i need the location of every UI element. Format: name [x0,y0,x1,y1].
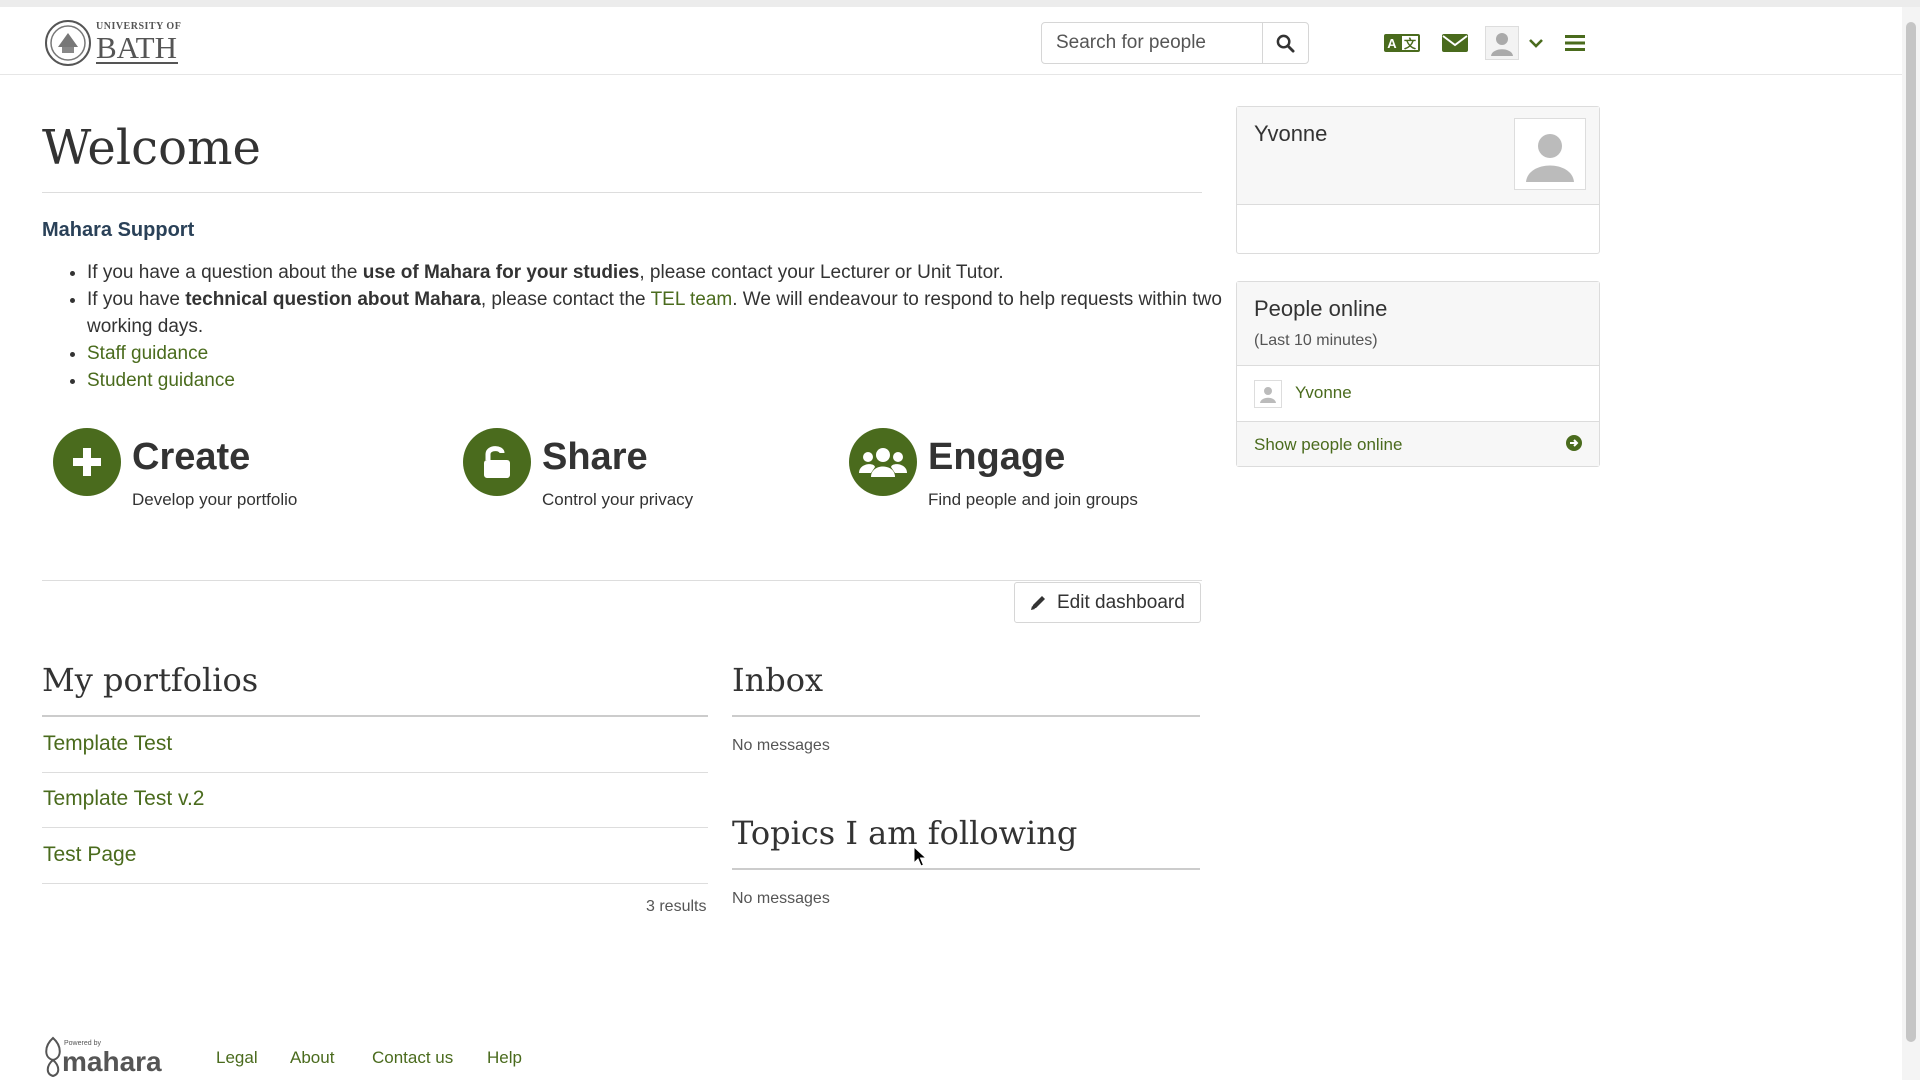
portfolio-item[interactable]: Template Test [43,732,172,756]
university-logo[interactable]: UNIVERSITY OF BATH [44,17,184,69]
create-title: Create [132,436,251,478]
dashboard-divider [42,580,1202,581]
page-title: Welcome [42,120,261,176]
svg-text:文: 文 [1404,36,1417,51]
inbox-empty: No messages [732,737,830,754]
support-text: , please contact the [480,289,651,310]
list-divider [42,772,708,773]
show-people-online-link[interactable]: Show people online [1237,422,1599,466]
support-bold: use of Mahara for your studies [362,262,640,283]
main-menu-button[interactable] [1564,29,1586,57]
engage-action[interactable]: Engage Find people and join groups [849,428,1189,518]
share-circle [463,428,531,496]
tel-team-link[interactable]: TEL team [651,289,733,310]
staff-guidance-link[interactable]: Staff guidance [87,343,208,364]
create-subtitle: Develop your portfolio [132,490,298,509]
share-title: Share [542,436,648,478]
people-search [1041,22,1309,64]
footer-link-legal[interactable]: Legal [216,1048,258,1068]
mahara-wordmark: mahara [62,1046,162,1077]
share-action[interactable]: Share Control your privacy [463,428,793,518]
portfolio-item[interactable]: Test Page [43,843,136,867]
people-online-card: People online (Last 10 minutes) Yvonne S… [1236,281,1600,467]
engage-subtitle: Find people and join groups [928,490,1138,509]
support-item: If you have a question about the use of … [87,259,1247,286]
browser-top-edge [0,0,1920,7]
list-divider [42,827,708,828]
online-user-row[interactable]: Yvonne [1237,366,1599,422]
profile-name[interactable]: Yvonne [1254,121,1327,147]
search-button[interactable] [1263,23,1308,63]
create-circle [53,428,121,496]
support-item: Student guidance [87,367,1247,394]
edit-dashboard-button[interactable]: Edit dashboard [1014,582,1201,623]
logo-big-text: BATH [96,30,177,65]
create-action[interactable]: Create Develop your portfolio [53,428,383,518]
user-avatar-icon [1484,26,1519,60]
engage-title: Engage [928,436,1066,478]
inbox-title: Inbox [732,661,824,699]
portfolios-title-divider [42,715,708,717]
online-user-avatar [1254,380,1282,408]
search-input[interactable] [1042,23,1263,63]
pencil-icon [1031,595,1045,610]
messages-button[interactable] [1441,29,1469,57]
language-icon: A 文 [1384,34,1420,52]
support-item: If you have technical question about Mah… [87,286,1247,340]
user-menu-button[interactable] [1484,26,1544,60]
profile-card-header: Yvonne [1237,107,1599,205]
topics-title-divider [732,868,1200,870]
scrollbar-thumb[interactable] [1906,22,1916,1042]
edit-dashboard-label: Edit dashboard [1057,591,1185,613]
profile-avatar[interactable] [1514,118,1586,190]
support-text: If you have a question about the [87,262,363,283]
user-silhouette-icon [1260,387,1276,403]
footer-link-contact[interactable]: Contact us [372,1048,453,1068]
mahara-logo[interactable]: Powered by mahara [42,1036,177,1080]
show-people-online-label: Show people online [1254,435,1403,454]
share-subtitle: Control your privacy [542,490,694,509]
profile-card: Yvonne [1236,106,1600,254]
topics-title: Topics I am following [732,814,1078,852]
site-header: UNIVERSITY OF BATH A 文 [0,7,1902,75]
arrow-circle-right-icon [1566,435,1582,451]
topics-empty: No messages [732,890,830,907]
svg-text:A: A [1387,36,1397,51]
users-icon [859,448,907,477]
engage-circle [849,428,917,496]
online-user-name[interactable]: Yvonne [1295,383,1352,403]
support-text: If you have [87,289,186,310]
support-title: Mahara Support [42,219,195,241]
inbox-title-divider [732,715,1200,717]
support-bold: technical question about Mahara [185,289,481,310]
mail-icon [1442,34,1468,52]
mouse-cursor-icon [913,846,927,867]
list-divider [42,883,708,884]
people-online-title: People online [1254,296,1388,321]
student-guidance-link[interactable]: Student guidance [87,370,235,391]
language-button[interactable]: A 文 [1384,29,1420,57]
people-online-header: People online (Last 10 minutes) [1237,282,1599,366]
people-online-subtitle: (Last 10 minutes) [1254,332,1378,349]
plus-icon [73,448,101,476]
user-silhouette-icon [1526,134,1574,182]
portfolio-item[interactable]: Template Test v.2 [43,787,204,811]
search-icon [1276,34,1295,53]
mahara-leaf-icon [45,1036,61,1078]
support-list: If you have a question about the use of … [42,259,1247,394]
title-divider [42,192,1202,193]
footer-link-about[interactable]: About [290,1048,334,1068]
portfolios-title: My portfolios [42,661,259,699]
footer-link-help[interactable]: Help [487,1048,522,1068]
support-item: Staff guidance [87,340,1247,367]
chevron-down-icon [1528,39,1543,48]
unlock-icon [484,446,510,478]
menu-icon [1565,35,1585,51]
portfolios-results-count: 3 results [646,898,707,915]
support-text: , please contact your Lecturer or Unit T… [639,262,1004,283]
